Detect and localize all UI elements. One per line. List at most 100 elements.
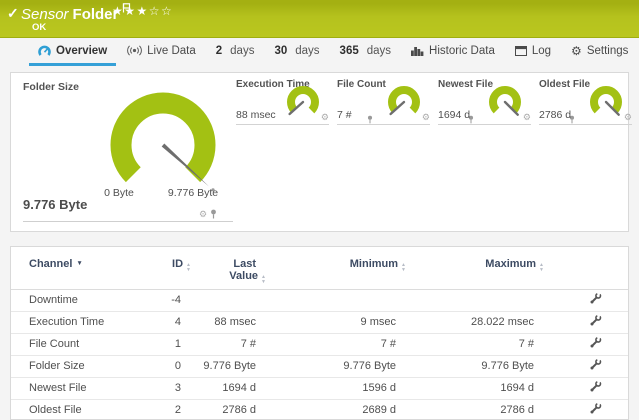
maximum-cell: 28.022 msec bbox=[396, 310, 534, 333]
gear-icon[interactable]: ⚙ bbox=[422, 113, 430, 122]
table-row-execution-time: Execution Time 4 88 msec 9 msec 28.022 m… bbox=[11, 310, 628, 333]
column-header-last-value[interactable]: Last Value ▲ ▼ bbox=[181, 247, 266, 290]
column-header-channel[interactable]: Channel ▼ bbox=[11, 247, 151, 290]
main-gauge-actions: ⚙ bbox=[199, 209, 217, 219]
gear-icon[interactable]: ⚙ bbox=[321, 113, 329, 122]
tab-365-days-label: days bbox=[366, 44, 392, 57]
tab-log[interactable]: Log bbox=[513, 38, 553, 66]
tab-overview-label: Overview bbox=[56, 44, 108, 57]
last-value-cell: 9.776 Byte bbox=[181, 354, 256, 377]
tab-365-days-number: 365 bbox=[339, 44, 359, 57]
wrench-icon[interactable] bbox=[589, 335, 602, 349]
column-header-maximum[interactable]: Maximum ▲ ▼ bbox=[396, 247, 544, 290]
wrench-icon[interactable] bbox=[589, 401, 602, 415]
tab-30-days-label: days bbox=[295, 44, 320, 57]
small-gauge-execution-time[interactable]: Execution Time 88 msec ⚙ bbox=[236, 79, 372, 125]
tab-2-days-label: days bbox=[230, 44, 255, 57]
main-gauge-scale-max: 9.776 Byte bbox=[167, 187, 219, 199]
gauge-icon bbox=[38, 45, 51, 56]
gear-icon: ⚙ bbox=[571, 43, 582, 58]
bar-chart-icon bbox=[411, 46, 424, 56]
small-gauge-file-count[interactable]: File Count 7 # ⚙ bbox=[337, 79, 473, 125]
channel-cell[interactable]: Oldest File bbox=[11, 398, 151, 419]
tab-historic-data[interactable]: Historic Data bbox=[409, 38, 497, 66]
id-cell: 3 bbox=[151, 376, 181, 399]
main-gauge-title: Folder Size bbox=[23, 81, 80, 93]
tab-30-days[interactable]: 30 days bbox=[272, 38, 321, 66]
minimum-cell: 9 msec bbox=[256, 310, 396, 333]
last-value-cell: 88 msec bbox=[181, 310, 256, 333]
wrench-icon[interactable] bbox=[589, 291, 602, 305]
small-gauge-oldest-file[interactable]: Oldest File 2786 d ⚙ bbox=[539, 79, 632, 125]
tab-30-days-number: 30 bbox=[274, 44, 288, 57]
small-gauge-value: 88 msec bbox=[236, 109, 276, 121]
tab-settings-label: Settings bbox=[586, 44, 629, 57]
small-gauge-title: File Count bbox=[337, 79, 386, 90]
wrench-icon[interactable] bbox=[589, 379, 602, 393]
main-gauge-value: 9.776 Byte bbox=[23, 197, 88, 212]
wrench-icon[interactable] bbox=[589, 313, 602, 327]
tab-365-days[interactable]: 365 days bbox=[338, 38, 393, 66]
column-header-minimum-label: Minimum bbox=[349, 258, 399, 270]
minimum-cell: 2689 d bbox=[256, 398, 396, 419]
small-gauge-title: Oldest File bbox=[539, 79, 591, 90]
id-cell: 1 bbox=[151, 332, 181, 355]
main-gauge-scale-min: 0 Byte bbox=[104, 187, 134, 199]
channel-cell[interactable]: Newest File bbox=[11, 376, 151, 399]
table-row-folder-size: Folder Size 0 9.776 Byte 9.776 Byte 9.77… bbox=[11, 354, 628, 377]
channel-cell[interactable]: Execution Time bbox=[11, 310, 151, 333]
channels-table: Channel ▼ ID ▲ ▼ Last Value ▲ ▼ Minimum ▲ ▼ Max… bbox=[11, 247, 628, 419]
column-header-value-label: Value bbox=[229, 270, 259, 282]
log-icon bbox=[514, 45, 527, 56]
small-gauge-dial bbox=[287, 86, 319, 116]
wrench-icon[interactable] bbox=[589, 357, 602, 371]
channel-cell[interactable]: Folder Size bbox=[11, 354, 151, 377]
minimum-cell: 7 # bbox=[256, 332, 396, 355]
pin-icon[interactable] bbox=[210, 209, 217, 219]
sort-icon[interactable]: ▲ ▼ bbox=[539, 263, 544, 272]
small-gauge-dial bbox=[388, 86, 420, 116]
tab-settings[interactable]: ⚙ Settings bbox=[569, 38, 630, 66]
id-cell: 4 bbox=[151, 310, 181, 333]
last-value-cell: 7 # bbox=[181, 332, 256, 355]
sort-icon[interactable]: ▲ ▼ bbox=[186, 263, 191, 272]
column-header-id[interactable]: ID ▲ ▼ bbox=[151, 247, 191, 290]
maximum-cell bbox=[396, 288, 534, 311]
priority-stars[interactable]: ★★★☆☆ bbox=[112, 4, 173, 18]
id-cell: 0 bbox=[151, 354, 181, 377]
status-ok-check-icon: ✓ bbox=[7, 5, 19, 21]
tab-historic-data-label: Historic Data bbox=[429, 44, 495, 57]
maximum-cell: 7 # bbox=[396, 332, 534, 355]
sort-icon[interactable]: ▲ ▼ bbox=[261, 275, 266, 284]
small-gauge-newest-file[interactable]: Newest File 1694 d ⚙ bbox=[438, 79, 574, 125]
tab-2-days[interactable]: 2 days bbox=[214, 38, 257, 66]
gear-icon[interactable]: ⚙ bbox=[199, 210, 207, 219]
small-gauge-actions: ⚙ bbox=[422, 113, 473, 124]
gauges-panel: Folder Size 0 Byte 9.776 Byte 9.776 Byte… bbox=[10, 72, 632, 232]
column-header-minimum[interactable]: Minimum ▲ ▼ bbox=[256, 247, 406, 290]
channel-cell[interactable]: Downtime bbox=[11, 288, 151, 311]
gear-icon[interactable]: ⚙ bbox=[523, 113, 531, 122]
column-header-channel-label: Channel bbox=[29, 258, 73, 270]
table-row-newest-file: Newest File 3 1694 d 1596 d 1694 d bbox=[11, 376, 628, 399]
minimum-cell: 1596 d bbox=[256, 376, 396, 399]
last-value-cell bbox=[181, 288, 256, 311]
sensor-status-text: OK bbox=[32, 22, 47, 33]
small-gauge-dial bbox=[590, 86, 622, 116]
folder-size-gauge[interactable] bbox=[73, 81, 253, 231]
column-header-id-label: ID bbox=[172, 258, 184, 270]
gear-icon[interactable]: ⚙ bbox=[624, 113, 632, 122]
table-header-row: Channel ▼ ID ▲ ▼ Last Value ▲ ▼ Minimum ▲ ▼ Max… bbox=[11, 247, 628, 290]
sort-icon[interactable]: ▲ ▼ bbox=[401, 263, 406, 272]
table-row-oldest-file: Oldest File 2 2786 d 2689 d 2786 d bbox=[11, 398, 628, 419]
column-header-last-label: Last bbox=[233, 258, 256, 270]
last-value-cell: 2786 d bbox=[181, 398, 256, 419]
tab-overview[interactable]: Overview bbox=[29, 38, 117, 66]
tab-live-data[interactable]: Live Data bbox=[125, 38, 198, 66]
channel-cell[interactable]: File Count bbox=[11, 332, 151, 355]
small-gauge-dial bbox=[489, 86, 521, 116]
id-cell: 2 bbox=[151, 398, 181, 419]
main-gauge-divider bbox=[23, 221, 233, 222]
small-gauge-actions: ⚙ bbox=[624, 113, 632, 122]
sort-caret-down-icon: ▼ bbox=[76, 260, 83, 267]
